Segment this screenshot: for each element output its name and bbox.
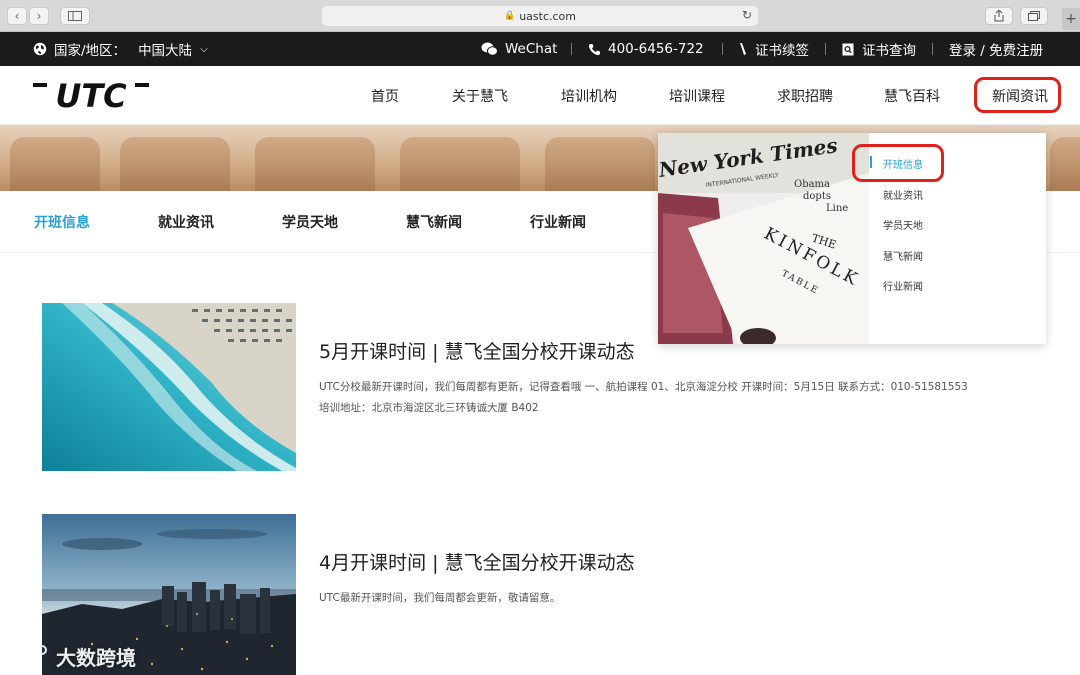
banner-decoration — [545, 137, 655, 191]
search-doc-icon — [842, 43, 854, 55]
region-label: 国家/地区： — [54, 43, 127, 59]
nav-item-wiki[interactable]: 慧飞百科 — [884, 66, 940, 125]
share-icon — [994, 10, 1004, 22]
chevron-down-icon: ⌵ — [200, 43, 208, 55]
article-description: UTC分校最新开课时间，我们每周都有更新，记得查看哦 一、航拍课程 01、北京海… — [319, 381, 968, 414]
address-text: uastc.com — [519, 9, 576, 23]
divider — [825, 43, 826, 55]
svg-text:dopts: dopts — [803, 191, 831, 202]
forward-button[interactable]: › — [29, 7, 49, 25]
article-thumbnail-beach[interactable] — [42, 303, 296, 471]
beach-image — [42, 303, 296, 471]
subnav-item-company-news[interactable]: 慧飞新闻 — [406, 191, 462, 253]
article-title[interactable]: 4月开课时间 | 慧飞全国分校开课动态 — [319, 548, 635, 575]
subnav-item-industry-news[interactable]: 行业新闻 — [530, 191, 586, 253]
article-title[interactable]: 5月开课时间 | 慧飞全国分校开课动态 — [319, 337, 635, 364]
nav-item-jobs[interactable]: 求职招聘 — [777, 66, 833, 125]
class-info-highlight-annotation — [852, 144, 944, 182]
reload-icon[interactable]: ↻ — [742, 8, 752, 22]
cert-renew-label: 证书续签 — [755, 43, 809, 59]
subnav-item-class-info[interactable]: 开班信息 — [34, 191, 90, 253]
svg-text:UTC: UTC — [55, 80, 127, 112]
divider — [571, 43, 572, 55]
chevron-right-icon: › — [36, 9, 42, 23]
login-register-label: 登录 / 免费注册 — [949, 43, 1044, 59]
share-button[interactable] — [985, 7, 1013, 25]
watermark-logo-icon — [9, 645, 47, 667]
logo-mark: UTC — [33, 77, 149, 115]
browser-toolbar: ‹ › 🔒 uastc.com ↻ + — [0, 0, 1080, 32]
divider — [722, 43, 723, 55]
utc-logo[interactable]: UTC — [33, 77, 149, 115]
watermark-text: 大数跨境 — [56, 645, 136, 670]
nav-item-home[interactable]: 首页 — [371, 66, 399, 125]
phone-number: 400-6456-722 — [608, 41, 704, 57]
banner-decoration — [400, 137, 520, 191]
wechat-icon — [481, 42, 498, 56]
globe-icon — [33, 42, 47, 56]
article-description: UTC最新开课时间，我们每周都会更新，敬请留意。 — [319, 592, 561, 604]
login-register-link[interactable]: 登录 / 免费注册 — [949, 32, 1043, 66]
cert-renew-link[interactable]: 证书续签 — [738, 32, 809, 66]
dropdown-item-company-news[interactable]: 慧飞新闻 — [883, 248, 923, 263]
banner-decoration — [1050, 137, 1080, 191]
phone-icon — [588, 43, 600, 55]
cert-query-link[interactable]: 证书查询 — [842, 32, 916, 66]
newspaper-photo: New York Times INTERNATIONAL WEEKLY Obam… — [658, 133, 869, 344]
wechat-link[interactable]: WeChat — [481, 32, 557, 66]
tabs-button[interactable] — [1020, 7, 1048, 25]
region-selector[interactable]: 国家/地区： 中国大陆 ⌵ — [33, 32, 208, 66]
top-info-bar: 国家/地区： 中国大陆 ⌵ WeChat 400-6456-722 证书续签 证… — [0, 32, 1080, 66]
sidebar-toggle-button[interactable] — [60, 7, 90, 25]
banner-decoration — [10, 137, 100, 191]
nav-item-institutions[interactable]: 培训机构 — [561, 66, 617, 125]
dropdown-photo: New York Times INTERNATIONAL WEEKLY Obam… — [658, 133, 869, 344]
cert-query-label: 证书查询 — [862, 43, 916, 59]
watermark: 大数跨境 — [8, 640, 136, 672]
new-tab-button[interactable]: + — [1062, 8, 1080, 30]
subnav-item-employment[interactable]: 就业资讯 — [158, 191, 214, 253]
pen-icon — [740, 43, 746, 55]
banner-decoration — [120, 137, 230, 191]
back-button[interactable]: ‹ — [7, 7, 27, 25]
lock-icon: 🔒 — [503, 11, 516, 21]
sidebar-icon — [68, 11, 82, 21]
nav-item-about[interactable]: 关于慧飞 — [452, 66, 508, 125]
subnav-item-students[interactable]: 学员天地 — [282, 191, 338, 253]
dropdown-item-students[interactable]: 学员天地 — [883, 217, 923, 232]
news-nav-highlight-annotation — [974, 77, 1061, 113]
nav-item-courses[interactable]: 培训课程 — [669, 66, 725, 125]
svg-text:Obama: Obama — [794, 179, 830, 190]
divider — [932, 43, 933, 55]
wechat-label: WeChat — [505, 41, 558, 57]
dropdown-item-industry-news[interactable]: 行业新闻 — [883, 278, 923, 293]
phone-link[interactable]: 400-6456-722 — [588, 32, 704, 66]
tabs-icon — [1028, 11, 1040, 21]
svg-text:Line: Line — [826, 203, 848, 214]
region-value: 中国大陆 — [138, 43, 193, 59]
chevron-left-icon: ‹ — [14, 9, 20, 23]
dropdown-item-employment[interactable]: 就业资讯 — [883, 187, 923, 202]
main-nav: UTC 首页 关于慧飞 培训机构 培训课程 求职招聘 慧飞百科 新闻资讯 — [0, 66, 1080, 125]
banner-decoration — [255, 137, 375, 191]
address-bar[interactable]: 🔒 uastc.com ↻ — [322, 6, 758, 26]
